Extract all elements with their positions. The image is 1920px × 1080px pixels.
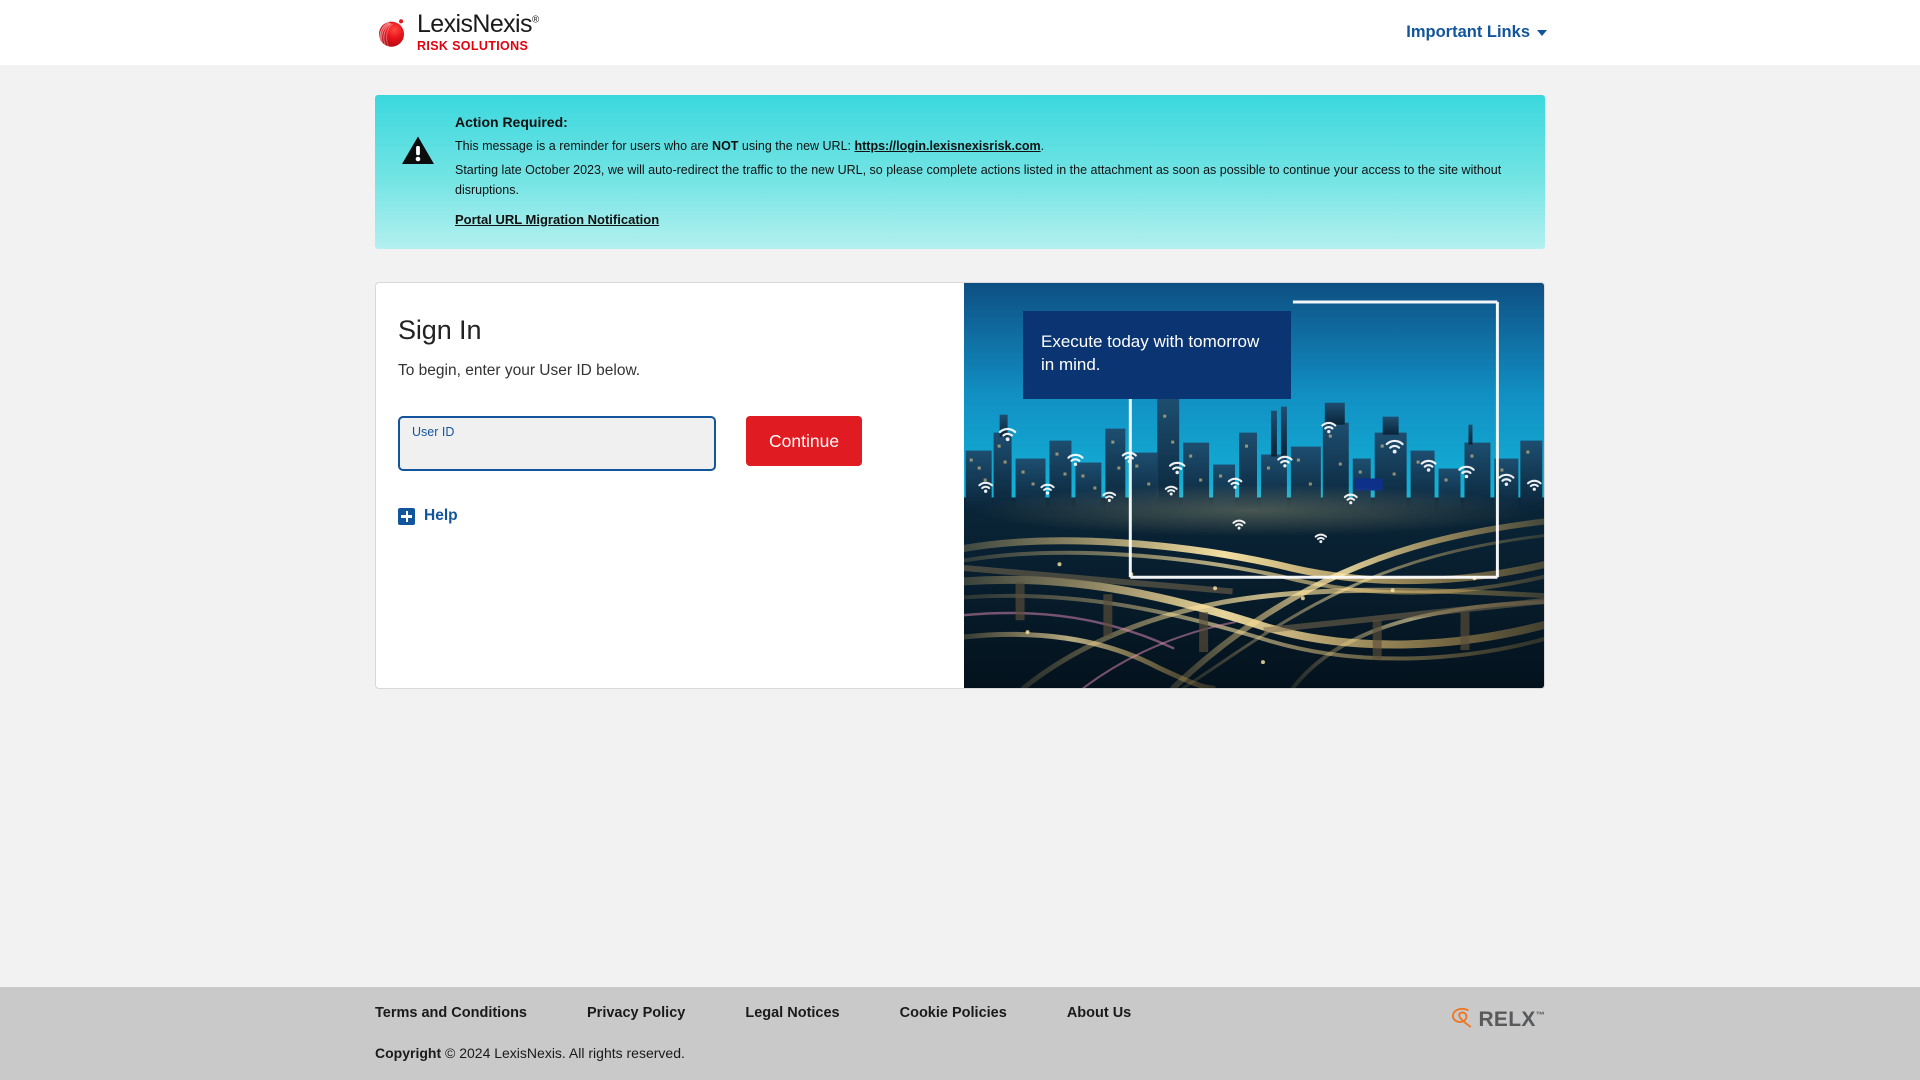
registered-mark: ® [531, 14, 539, 26]
copyright-text: © 2024 LexisNexis. All rights reserved. [445, 1045, 685, 1061]
plus-square-icon [398, 507, 415, 525]
site-footer: Terms and Conditions Privacy Policy Lega… [0, 987, 1920, 1080]
copyright-line: Copyright © 2024 LexisNexis. All rights … [375, 1045, 1545, 1061]
relx-wordmark: RELX™ [1478, 1008, 1545, 1031]
logo-wordmark: LexisNexis® [417, 10, 539, 39]
alert-body: Action Required: This message is a remin… [441, 113, 1525, 229]
signin-card: Sign In To begin, enter your User ID bel… [375, 282, 1545, 690]
hero-image-panel: Execute today with tomorrow in mind. [964, 283, 1544, 689]
user-id-field[interactable]: User ID [398, 416, 716, 472]
footer-link-about-us[interactable]: About Us [1067, 1005, 1131, 1021]
action-required-alert: Action Required: This message is a remin… [375, 95, 1545, 250]
footer-links: Terms and Conditions Privacy Policy Lega… [375, 1005, 1545, 1021]
alert-line1-mid: using the new URL: [738, 139, 855, 153]
alert-line-2: Starting late October 2023, we will auto… [455, 163, 1502, 197]
page-title: Sign In [398, 315, 482, 346]
chevron-down-icon [1537, 29, 1547, 36]
lexisnexis-sphere-icon [375, 16, 408, 49]
lexisnexis-logo[interactable]: LexisNexis® RISK SOLUTIONS [375, 12, 539, 53]
signin-form-row: User ID Continue [398, 416, 924, 472]
important-links-dropdown[interactable]: Important Links [1406, 23, 1547, 42]
alert-title: Action Required: [455, 114, 568, 130]
alert-line-1: This message is a reminder for users who… [455, 137, 1525, 156]
site-header: LexisNexis® RISK SOLUTIONS Important Lin… [0, 0, 1920, 65]
signin-subtitle: To begin, enter your User ID below. [398, 362, 641, 380]
footer-inner: Terms and Conditions Privacy Policy Lega… [375, 1005, 1545, 1061]
hero-caption: Execute today with tomorrow in mind. [1023, 311, 1291, 399]
footer-link-privacy-policy[interactable]: Privacy Policy [587, 1005, 685, 1021]
alert-line1-pre: This message is a reminder for users who… [455, 139, 713, 153]
important-links-label: Important Links [1406, 23, 1530, 41]
copyright-label: Copyright [375, 1045, 442, 1061]
logo-text-block: LexisNexis® RISK SOLUTIONS [417, 12, 539, 53]
page-body: Action Required: This message is a remin… [0, 65, 1920, 985]
new-url-link[interactable]: https://login.lexisnexisrisk.com [854, 139, 1040, 153]
footer-link-legal-notices[interactable]: Legal Notices [745, 1005, 839, 1021]
help-label: Help [424, 507, 458, 525]
user-id-input[interactable] [412, 440, 702, 465]
signin-form-panel: Sign In To begin, enter your User ID bel… [376, 283, 964, 688]
footer-link-cookie-policies[interactable]: Cookie Policies [900, 1005, 1007, 1021]
relx-trademark: ™ [1535, 1010, 1545, 1020]
relx-logo[interactable]: RELX™ [1449, 1005, 1545, 1035]
logo-tagline: RISK SOLUTIONS [417, 39, 529, 54]
portal-migration-notification-link[interactable]: Portal URL Migration Notification [455, 212, 659, 227]
footer-link-terms-and-conditions[interactable]: Terms and Conditions [375, 1005, 527, 1021]
alert-not-emphasis: NOT [712, 139, 739, 153]
help-toggle[interactable]: Help [398, 507, 458, 525]
relx-logo-icon [1449, 1005, 1474, 1035]
continue-button[interactable]: Continue [746, 416, 863, 467]
warning-triangle-icon [395, 113, 441, 166]
alert-line1-post: . [1040, 139, 1045, 153]
content-container: Action Required: This message is a remin… [375, 95, 1545, 690]
user-id-label: User ID [412, 425, 455, 440]
